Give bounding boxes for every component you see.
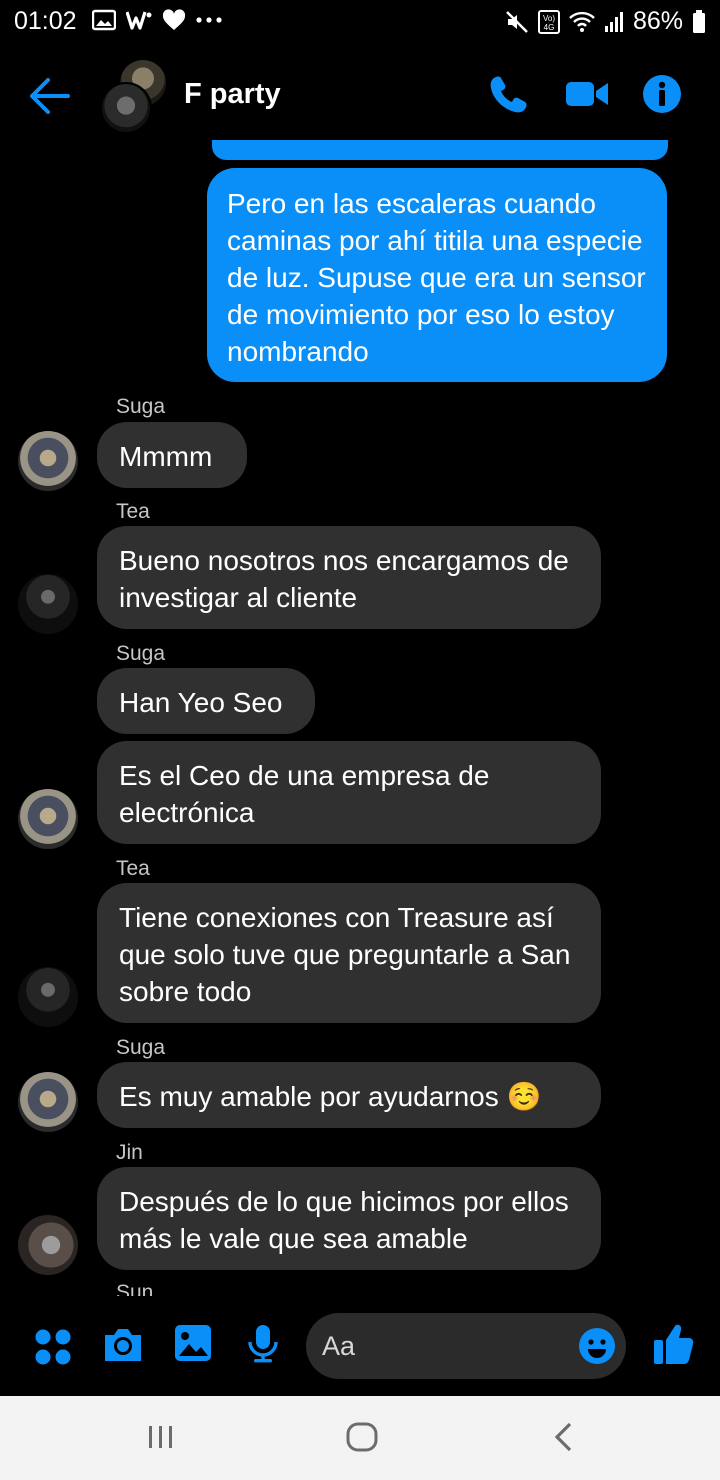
- message-text: Han Yeo Seo: [119, 687, 283, 718]
- message-text: Es el Ceo de una empresa de electrónica: [119, 760, 490, 828]
- incoming-message-bubble[interactable]: Bueno nosotros nos encargamos de investi…: [97, 526, 601, 629]
- message-input[interactable]: Aa: [306, 1313, 626, 1379]
- sender-name: Tea: [116, 500, 150, 523]
- gallery-icon[interactable]: [174, 1324, 212, 1362]
- message-text: Es muy amable por ayudarnos ☺️: [119, 1081, 542, 1112]
- back-arrow-icon[interactable]: [28, 76, 70, 116]
- camera-icon[interactable]: [102, 1324, 144, 1364]
- gallery-notification-icon: [92, 9, 116, 31]
- message-composer: Aa: [0, 1300, 720, 1396]
- incoming-message-bubble[interactable]: Han Yeo Seo: [97, 668, 315, 734]
- chat-title[interactable]: F party: [184, 78, 281, 111]
- video-call-icon[interactable]: [564, 74, 610, 114]
- system-navigation-bar: [0, 1396, 720, 1480]
- incoming-message-bubble[interactable]: Es el Ceo de una empresa de electrónica: [97, 741, 601, 844]
- sender-name: Jin: [116, 1141, 143, 1164]
- message-list[interactable]: Pero en las escaleras cuando caminas por…: [0, 140, 720, 1296]
- microphone-icon[interactable]: [246, 1324, 280, 1364]
- message-text: Después de lo que hicimos por ellos más …: [119, 1186, 569, 1254]
- more-notifications-icon: [196, 17, 222, 23]
- recent-apps-icon[interactable]: [146, 1424, 176, 1450]
- info-icon[interactable]: [642, 74, 682, 114]
- member-avatar: [100, 82, 152, 134]
- back-nav-icon[interactable]: [552, 1422, 576, 1452]
- avatar-suga[interactable]: [18, 789, 78, 849]
- message-text: Mmmm: [119, 441, 213, 472]
- status-time: 01:02: [14, 7, 77, 35]
- sender-name: Tea: [116, 857, 150, 880]
- outgoing-message-bubble[interactable]: Pero en las escaleras cuando caminas por…: [207, 168, 667, 382]
- incoming-message-bubble[interactable]: Tiene conexiones con Treasure así que so…: [97, 883, 601, 1023]
- phone-call-icon[interactable]: [488, 74, 528, 114]
- sender-name: Sun: [116, 1281, 154, 1296]
- sender-name: Suga: [116, 642, 166, 665]
- message-input-placeholder: Aa: [322, 1331, 356, 1361]
- incoming-message-bubble[interactable]: Mmmm: [97, 422, 247, 488]
- battery-icon: [693, 9, 705, 33]
- avatar-suga[interactable]: [18, 1072, 78, 1132]
- avatar-tea[interactable]: [18, 967, 78, 1027]
- avatar-tea[interactable]: [18, 574, 78, 634]
- message-text: Bueno nosotros nos encargamos de investi…: [119, 545, 569, 613]
- apps-menu-icon[interactable]: [34, 1328, 72, 1366]
- battery-percentage: 86%: [632, 7, 683, 35]
- volte-icon: Vo)4G: [537, 9, 560, 34]
- message-text: Tiene conexiones con Treasure así que so…: [119, 902, 571, 1007]
- thumbs-up-like-icon[interactable]: [652, 1322, 694, 1366]
- group-avatar[interactable]: [98, 60, 170, 134]
- message-text: Pero en las escaleras cuando caminas por…: [227, 188, 646, 367]
- incoming-message-bubble[interactable]: Después de lo que hicimos por ellos más …: [97, 1167, 601, 1270]
- cell-signal-icon: [604, 11, 623, 32]
- wifi-icon: [569, 11, 595, 32]
- svg-text:Vo): Vo): [543, 14, 555, 23]
- svg-text:4G: 4G: [544, 23, 555, 32]
- home-icon[interactable]: [346, 1422, 378, 1452]
- emoji-icon[interactable]: [578, 1327, 616, 1365]
- chat-header: F party: [0, 56, 720, 138]
- sender-name: Suga: [116, 1036, 166, 1059]
- avatar-suga[interactable]: [18, 431, 78, 491]
- status-bar: 01:02 Vo) 4G 86%: [0, 0, 720, 44]
- w-app-notification-icon: [126, 11, 152, 30]
- heart-notification-icon: [162, 9, 186, 30]
- avatar-jin[interactable]: [18, 1215, 78, 1275]
- incoming-message-bubble[interactable]: Es muy amable por ayudarnos ☺️: [97, 1062, 601, 1128]
- mute-icon: [506, 10, 528, 33]
- sender-name: Suga: [116, 395, 166, 418]
- outgoing-message-bubble-partial[interactable]: [212, 140, 668, 160]
